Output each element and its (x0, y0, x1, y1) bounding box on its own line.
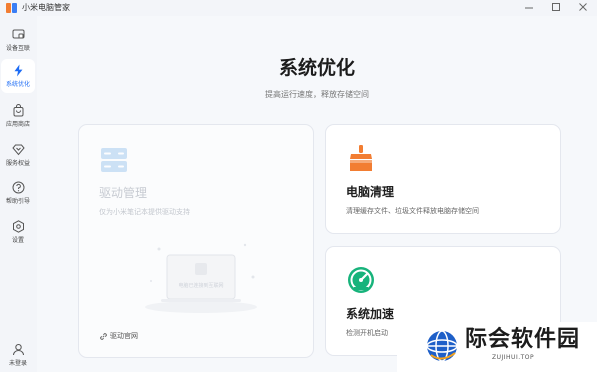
driver-icon (101, 148, 127, 172)
link-icon (100, 333, 107, 340)
sidebar-item-label: 设置 (11, 237, 24, 244)
card-desc: 清理缓存文件、垃圾文件释放电脑存储空间 (346, 207, 479, 215)
diamond-icon (12, 144, 25, 156)
sidebar-item-settings[interactable]: 设置 (1, 215, 35, 249)
page-subtitle: 提高运行速度，释放存储空间 (265, 90, 369, 99)
settings-icon (13, 220, 24, 233)
page-title: 系统优化 (278, 57, 355, 79)
driver-management-card: 驱动管理 仅为小米笔记本提供驱动支持 电脑已连接到互联网 驱动官网 (78, 124, 314, 358)
card-title: 系统加速 (346, 307, 395, 321)
sidebar-item-label: 系统优化 (5, 81, 30, 88)
device-link-icon (12, 29, 25, 39)
sidebar-item-label: 帮助引导 (5, 198, 30, 205)
login-label: 未登录 (8, 360, 27, 367)
shopping-bag-icon (13, 104, 24, 117)
question-icon (12, 181, 25, 194)
watermark-text: 际会软件园 (465, 327, 581, 352)
card-title: 驱动管理 (99, 186, 148, 200)
app-logo-icon (6, 3, 17, 13)
laptop-illustration: 电脑已连接到互联网 (145, 243, 257, 313)
globe-logo-icon (426, 330, 458, 362)
sidebar-item-device-link[interactable]: 设备互联 (1, 23, 35, 57)
title-bar: 小米电脑管家 (0, 0, 597, 16)
app-title: 小米电脑管家 (22, 3, 70, 12)
sidebar-item-app-store[interactable]: 应用商店 (1, 99, 35, 133)
sidebar-item-service[interactable]: 服务权益 (1, 138, 35, 172)
main-panel: 系统优化 提高运行速度，释放存储空间 驱动管理 仅为小米笔记本提供驱动支持 电脑… (37, 16, 597, 372)
sidebar-item-label: 服务权益 (5, 160, 30, 167)
broom-icon (350, 145, 372, 171)
sidebar-item-label: 设备互联 (5, 45, 30, 52)
card-desc: 仅为小米笔记本提供驱动支持 (99, 208, 190, 216)
sidebar: 设备互联 系统优化 应用商店 服务权益 帮助引导 设置 未登录 (0, 16, 37, 372)
sidebar-item-system-optimize[interactable]: 系统优化 (1, 59, 35, 93)
maximize-icon[interactable] (549, 1, 563, 14)
card-title: 电脑清理 (346, 185, 395, 199)
card-desc: 检测开机启动 (346, 329, 388, 337)
minimize-icon[interactable] (522, 1, 536, 14)
login-button[interactable]: 未登录 (1, 338, 35, 372)
laptop-illustration-text: 电脑已连接到互联网 (178, 282, 223, 289)
sidebar-item-label: 应用商店 (5, 121, 30, 128)
driver-website-label: 驱动官网 (110, 332, 138, 340)
watermark: 际会软件园 ZUJIHUI.TOP (397, 322, 597, 372)
lightning-icon (14, 64, 23, 77)
pc-cleanup-card[interactable]: 电脑清理 清理缓存文件、垃圾文件释放电脑存储空间 (325, 124, 561, 234)
close-icon[interactable] (576, 1, 590, 14)
speedometer-icon (348, 267, 374, 293)
sidebar-item-help[interactable]: 帮助引导 (1, 176, 35, 210)
watermark-subtext: ZUJIHUI.TOP (492, 354, 535, 361)
user-icon (13, 343, 24, 356)
